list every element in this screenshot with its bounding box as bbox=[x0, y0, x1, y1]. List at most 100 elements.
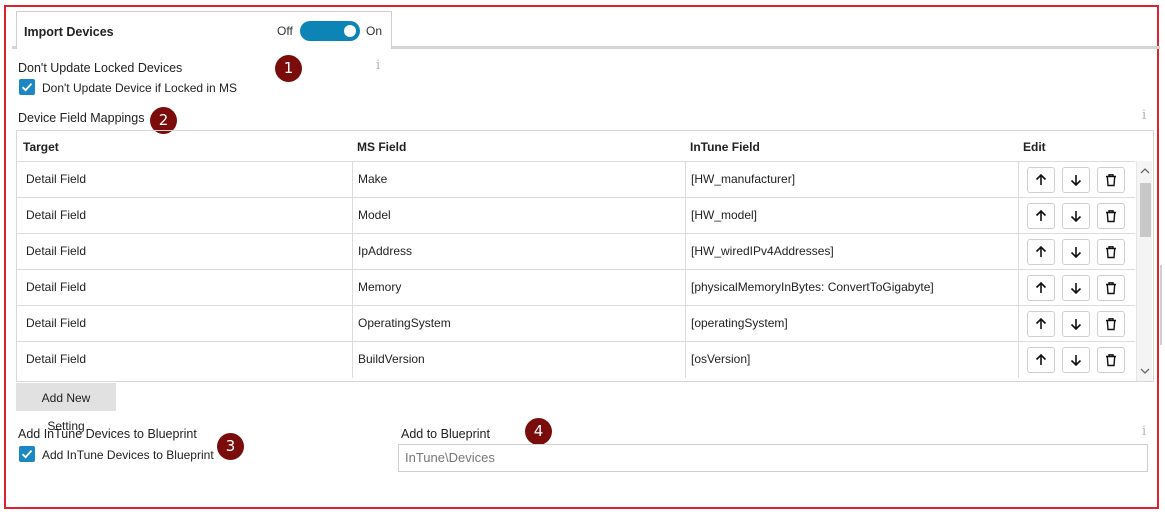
move-up-button[interactable] bbox=[1027, 239, 1055, 265]
delete-button[interactable] bbox=[1097, 203, 1125, 229]
table-header: Target MS Field InTune Field Edit bbox=[17, 131, 1153, 161]
table-row[interactable]: Detail Field Make [HW_manufacturer] bbox=[17, 161, 1135, 198]
trash-icon bbox=[1106, 318, 1116, 331]
arrow-up-icon bbox=[1035, 245, 1047, 257]
arrow-up-icon bbox=[1035, 173, 1047, 185]
blueprint-heading: Add InTune Devices to Blueprint bbox=[18, 427, 197, 441]
table-row[interactable]: Detail Field BuildVersion [osVersion] bbox=[17, 341, 1135, 378]
move-down-button[interactable] bbox=[1062, 275, 1090, 301]
arrow-down-icon bbox=[1070, 283, 1082, 295]
tab-title: Import Devices bbox=[24, 25, 114, 39]
table-row[interactable]: Detail Field Memory [physicalMemoryInBytes… bbox=[17, 269, 1135, 306]
scrollbar-thumb[interactable] bbox=[1140, 183, 1151, 237]
table-row[interactable]: Detail Field Model [HW_model] bbox=[17, 197, 1135, 234]
move-down-button[interactable] bbox=[1062, 167, 1090, 193]
arrow-up-icon bbox=[1035, 281, 1047, 293]
info-icon[interactable]: i bbox=[1142, 109, 1150, 123]
delete-button[interactable] bbox=[1097, 347, 1125, 373]
arrow-down-icon bbox=[1070, 355, 1082, 367]
page-scrollbar[interactable] bbox=[1160, 265, 1162, 345]
cell-target[interactable]: Detail Field bbox=[17, 234, 352, 270]
dont-update-locked-checkbox[interactable] bbox=[19, 79, 35, 95]
scroll-down-icon[interactable] bbox=[1139, 365, 1151, 377]
cell-ms[interactable]: Make bbox=[352, 162, 685, 198]
arrow-down-icon bbox=[1070, 247, 1082, 259]
scroll-up-icon[interactable] bbox=[1139, 165, 1151, 177]
cell-target[interactable]: Detail Field bbox=[17, 198, 352, 234]
tab-import-devices[interactable]: Import Devices Off On bbox=[16, 11, 392, 49]
add-to-blueprint-checkbox[interactable] bbox=[19, 446, 35, 462]
move-down-button[interactable] bbox=[1062, 311, 1090, 337]
move-up-button[interactable] bbox=[1027, 347, 1055, 373]
cell-target[interactable]: Detail Field bbox=[17, 306, 352, 342]
cell-intune[interactable]: [operatingSystem] bbox=[685, 306, 1018, 342]
import-devices-panel: Import Devices Off On Don't Update Locke… bbox=[4, 5, 1160, 509]
edit-cell bbox=[1018, 162, 1135, 198]
tab-bar: Import Devices Off On bbox=[12, 7, 1160, 49]
cell-intune[interactable]: [osVersion] bbox=[685, 342, 1018, 378]
add-to-blueprint-label: Add InTune Devices to Blueprint bbox=[42, 448, 214, 462]
cell-target[interactable]: Detail Field bbox=[17, 342, 352, 378]
move-down-button[interactable] bbox=[1062, 347, 1090, 373]
move-up-button[interactable] bbox=[1027, 311, 1055, 337]
column-header-ms-field: MS Field bbox=[357, 140, 407, 154]
mappings-heading: Device Field Mappings bbox=[18, 111, 145, 125]
callout-marker-1: 1 bbox=[275, 55, 302, 82]
cell-intune[interactable]: [HW_model] bbox=[685, 198, 1018, 234]
cell-ms[interactable]: OperatingSystem bbox=[352, 306, 685, 342]
edit-cell bbox=[1018, 270, 1135, 306]
cell-target[interactable]: Detail Field bbox=[17, 270, 352, 306]
trash-icon bbox=[1106, 354, 1116, 367]
arrow-up-icon bbox=[1035, 317, 1047, 329]
move-down-button[interactable] bbox=[1062, 203, 1090, 229]
callout-marker-3: 3 bbox=[217, 433, 244, 460]
delete-button[interactable] bbox=[1097, 311, 1125, 337]
move-up-button[interactable] bbox=[1027, 167, 1055, 193]
check-icon bbox=[21, 83, 33, 92]
cell-intune[interactable]: [HW_wiredIPv4Addresses] bbox=[685, 234, 1018, 270]
arrow-down-icon bbox=[1070, 211, 1082, 223]
cell-ms[interactable]: IpAddress bbox=[352, 234, 685, 270]
move-up-button[interactable] bbox=[1027, 275, 1055, 301]
delete-button[interactable] bbox=[1097, 167, 1125, 193]
cell-ms[interactable]: Model bbox=[352, 198, 685, 234]
check-icon bbox=[21, 450, 33, 459]
delete-button[interactable] bbox=[1097, 239, 1125, 265]
trash-icon bbox=[1106, 282, 1116, 295]
table-row[interactable]: Detail Field IpAddress [HW_wiredIPv4Addres… bbox=[17, 233, 1135, 270]
blueprint-path-input[interactable]: InTune\Devices bbox=[398, 444, 1148, 472]
callout-marker-4: 4 bbox=[525, 418, 552, 445]
edit-cell bbox=[1018, 306, 1135, 342]
column-header-intune-field: InTune Field bbox=[690, 140, 760, 154]
arrow-down-icon bbox=[1070, 175, 1082, 187]
info-icon[interactable]: i bbox=[1142, 425, 1150, 439]
arrow-up-icon bbox=[1035, 209, 1047, 221]
cell-ms[interactable]: Memory bbox=[352, 270, 685, 306]
edit-cell bbox=[1018, 234, 1135, 270]
cell-target[interactable]: Detail Field bbox=[17, 162, 352, 198]
cell-intune[interactable]: [HW_manufacturer] bbox=[685, 162, 1018, 198]
cell-ms[interactable]: BuildVersion bbox=[352, 342, 685, 378]
dont-update-locked-label: Don't Update Device if Locked in MS bbox=[42, 81, 238, 95]
arrow-up-icon bbox=[1035, 353, 1047, 365]
locked-devices-heading: Don't Update Locked Devices bbox=[18, 61, 183, 75]
trash-icon bbox=[1106, 174, 1116, 187]
arrow-down-icon bbox=[1070, 319, 1082, 331]
delete-button[interactable] bbox=[1097, 275, 1125, 301]
column-header-edit: Edit bbox=[1023, 140, 1046, 154]
import-devices-toggle[interactable] bbox=[300, 21, 360, 41]
info-icon[interactable]: i bbox=[376, 59, 384, 73]
edit-cell bbox=[1018, 342, 1135, 378]
toggle-off-label: Off bbox=[277, 24, 293, 38]
trash-icon bbox=[1106, 246, 1116, 259]
move-down-button[interactable] bbox=[1062, 239, 1090, 265]
edit-cell bbox=[1018, 198, 1135, 234]
move-up-button[interactable] bbox=[1027, 203, 1055, 229]
table-row[interactable]: Detail Field OperatingSystem [operatingSys… bbox=[17, 305, 1135, 342]
toggle-on-label: On bbox=[366, 24, 383, 38]
toggle-knob bbox=[344, 25, 356, 37]
cell-intune[interactable]: [physicalMemoryInBytes: ConvertToGigabyt… bbox=[685, 270, 1018, 306]
add-new-setting-button[interactable]: Add New Setting bbox=[16, 383, 116, 433]
table-scrollbar[interactable] bbox=[1136, 161, 1152, 381]
column-header-target: Target bbox=[23, 140, 59, 154]
